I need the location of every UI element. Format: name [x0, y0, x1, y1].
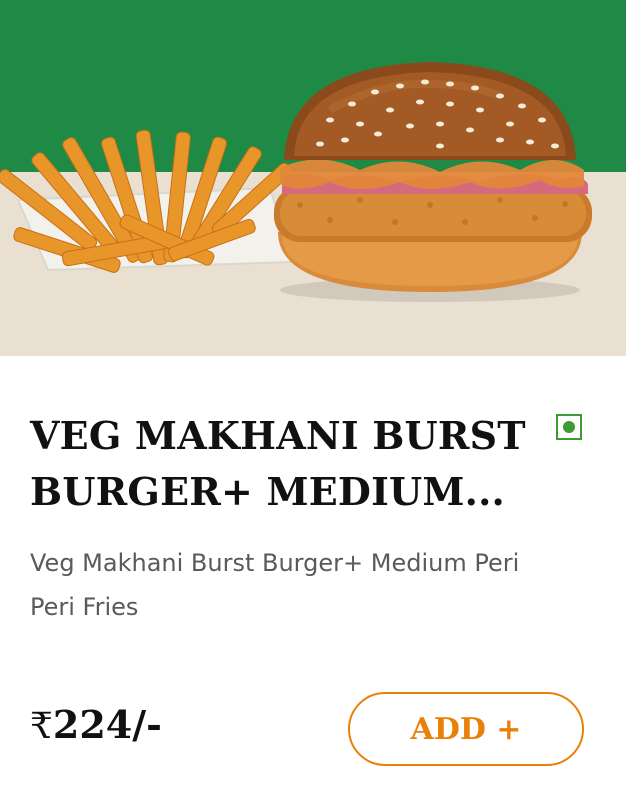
- price-amount: 224/-: [52, 702, 162, 747]
- currency-symbol: ₹: [30, 706, 53, 747]
- product-card: VEG MAKHANI BURST BURGER+ MEDIUM... Veg …: [0, 0, 626, 799]
- product-title: VEG MAKHANI BURST BURGER+ MEDIUM...: [30, 413, 526, 514]
- veg-dot: [563, 421, 575, 433]
- product-price: ₹224/-: [30, 702, 162, 747]
- product-image[interactable]: [0, 0, 626, 356]
- burger-icon: [274, 62, 592, 302]
- fries-icon: [0, 129, 294, 273]
- burger-and-fries-illustration: [0, 62, 592, 302]
- add-to-cart-button[interactable]: ADD +: [348, 692, 584, 766]
- product-description: Veg Makhani Burst Burger+ Medium Peri Pe…: [30, 549, 520, 621]
- veg-indicator-icon: [556, 414, 582, 440]
